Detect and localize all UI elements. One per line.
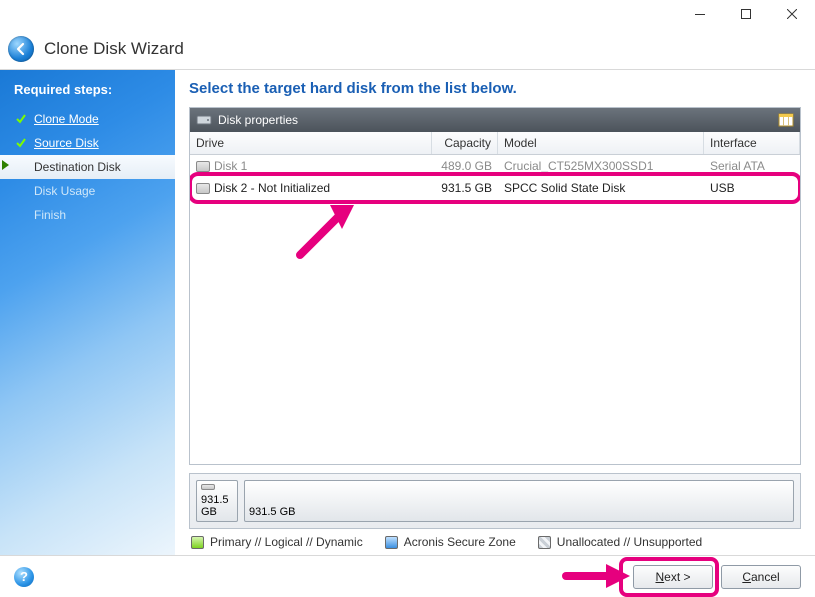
annotation-next-highlight: Next > [625, 565, 713, 589]
arrow-left-icon [14, 42, 28, 56]
legend-primary: Primary // Logical // Dynamic [191, 535, 363, 549]
wizard-header: Clone Disk Wizard [0, 28, 815, 70]
cell-capacity: 489.0 GB [432, 158, 498, 174]
sidebar-item-label: Clone Mode [34, 112, 99, 126]
cancel-button[interactable]: Cancel [721, 565, 801, 589]
content-pane: Select the target hard disk from the lis… [175, 70, 815, 555]
sidebar-item-disk-usage: Disk Usage [0, 179, 175, 203]
back-button[interactable] [8, 36, 34, 62]
legend-swatch-icon [538, 536, 551, 549]
disk-map: 931.5 GB 931.5 GB [189, 473, 801, 529]
table-header: Drive Capacity Model Interface [190, 132, 800, 155]
disk-icon [196, 113, 212, 127]
sidebar-item-destination-disk[interactable]: Destination Disk [0, 155, 175, 179]
disk-icon [196, 161, 210, 172]
cell-model: Crucial_CT525MX300SSD1 [498, 158, 704, 174]
disk-map-partition-chip[interactable]: 931.5 GB [244, 480, 794, 522]
panel-heading-text: Disk properties [218, 113, 298, 127]
legend-secure-zone: Acronis Secure Zone [385, 535, 516, 549]
legend: Primary // Logical // Dynamic Acronis Se… [189, 529, 801, 549]
sidebar-item-source-disk[interactable]: Source Disk [0, 131, 175, 155]
close-button[interactable] [769, 0, 815, 28]
help-button[interactable]: ? [14, 567, 34, 587]
checkmark-icon [14, 112, 28, 126]
sidebar-item-label: Source Disk [34, 136, 99, 150]
disk-icon [196, 183, 210, 194]
steps-sidebar: Required steps: Clone Mode Source Disk D… [0, 70, 175, 555]
sidebar-heading: Required steps: [0, 76, 175, 107]
legend-swatch-icon [191, 536, 204, 549]
sidebar-item-label: Disk Usage [34, 184, 95, 198]
disk-map-size: 931.5 GB [201, 494, 233, 518]
column-chooser-icon[interactable] [778, 113, 794, 127]
next-button[interactable]: Next > [633, 565, 713, 589]
cell-model: SPCC Solid State Disk [498, 180, 704, 196]
th-capacity[interactable]: Capacity [432, 132, 498, 154]
disk-properties-panel: Disk properties Drive Capacity Model Int… [189, 107, 801, 465]
th-interface[interactable]: Interface [704, 132, 800, 154]
cell-drive: Disk 2 - Not Initialized [214, 181, 330, 195]
current-step-icon [14, 160, 28, 174]
cell-capacity: 931.5 GB [432, 180, 498, 196]
disk-icon [201, 484, 215, 490]
disk-map-disk-chip[interactable]: 931.5 GB [196, 480, 238, 522]
table-row[interactable]: Disk 1 489.0 GB Crucial_CT525MX300SSD1 S… [190, 155, 800, 177]
disk-map-partition-size: 931.5 GB [249, 506, 789, 518]
wizard-footer: ? Next > Cancel [0, 555, 815, 597]
cell-drive: Disk 1 [214, 159, 247, 173]
table-body: Disk 1 489.0 GB Crucial_CT525MX300SSD1 S… [190, 155, 800, 464]
th-model[interactable]: Model [498, 132, 704, 154]
sidebar-item-clone-mode[interactable]: Clone Mode [0, 107, 175, 131]
wizard-title: Clone Disk Wizard [44, 39, 184, 59]
minimize-button[interactable] [677, 0, 723, 28]
th-drive[interactable]: Drive [190, 132, 432, 154]
legend-swatch-icon [385, 536, 398, 549]
panel-header: Disk properties [190, 108, 800, 132]
sidebar-item-finish: Finish [0, 203, 175, 227]
cell-interface: Serial ATA [704, 158, 800, 174]
legend-unallocated: Unallocated // Unsupported [538, 535, 702, 549]
table-row[interactable]: Disk 2 - Not Initialized 931.5 GB SPCC S… [190, 177, 800, 199]
sidebar-item-label: Finish [34, 208, 66, 222]
cell-interface: USB [704, 180, 800, 196]
checkmark-icon [14, 136, 28, 150]
maximize-button[interactable] [723, 0, 769, 28]
page-title: Select the target hard disk from the lis… [189, 80, 801, 97]
window-titlebar [0, 0, 815, 28]
sidebar-item-label: Destination Disk [34, 160, 121, 174]
